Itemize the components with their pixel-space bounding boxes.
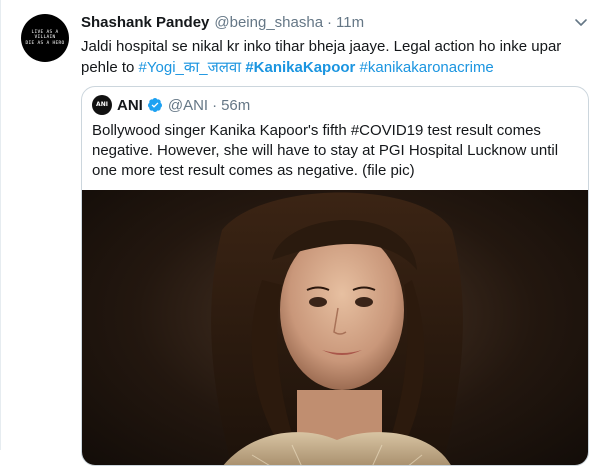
tweet-text: Jaldi hospital se nikal kr inko tihar bh… [81,36,581,78]
hashtag-yogi[interactable]: #Yogi_का_जलवा [139,59,242,76]
quoted-tweet-header: ANI ANI @ANI · 56m [92,95,250,115]
tweet-card[interactable]: LIVE AS A VILLAIN DIE AS A HERO Shashank… [0,0,600,466]
quoted-avatar-text: ANI [96,101,108,108]
chevron-down-icon[interactable] [573,14,589,30]
author-avatar[interactable]: LIVE AS A VILLAIN DIE AS A HERO [21,14,69,62]
tweet-timestamp[interactable]: 11m [336,14,364,31]
hashtag-kanikakaronacrime[interactable]: #kanikakaronacrime [360,59,494,76]
hashtag-kanikakapoor[interactable]: #KanikaKapoor [245,59,355,76]
quoted-tweet-text: Bollywood singer Kanika Kapoor's fifth #… [92,122,559,179]
avatar-text-line-3: DIE AS A HERO [25,40,65,46]
tweet-header: Shashank Pandey @being_shasha · 11m [81,14,364,34]
verified-badge-icon [147,98,162,112]
quoted-author-name[interactable]: ANI [117,97,143,114]
author-handle[interactable]: @being_shasha [214,14,323,31]
quoted-tweet-timestamp[interactable]: 56m [221,97,250,114]
quoted-author-handle[interactable]: @ANI [168,97,208,114]
author-name[interactable]: Shashank Pandey [81,14,209,31]
quoted-tweet[interactable]: ANI ANI @ANI · 56m Bollywood singer Kani… [81,86,589,466]
quoted-header-separator: · [212,96,218,114]
quoted-tweet-photo[interactable] [82,190,588,465]
header-separator: · [327,14,333,31]
quoted-author-avatar[interactable]: ANI [92,95,112,115]
portrait-illustration [211,192,463,465]
